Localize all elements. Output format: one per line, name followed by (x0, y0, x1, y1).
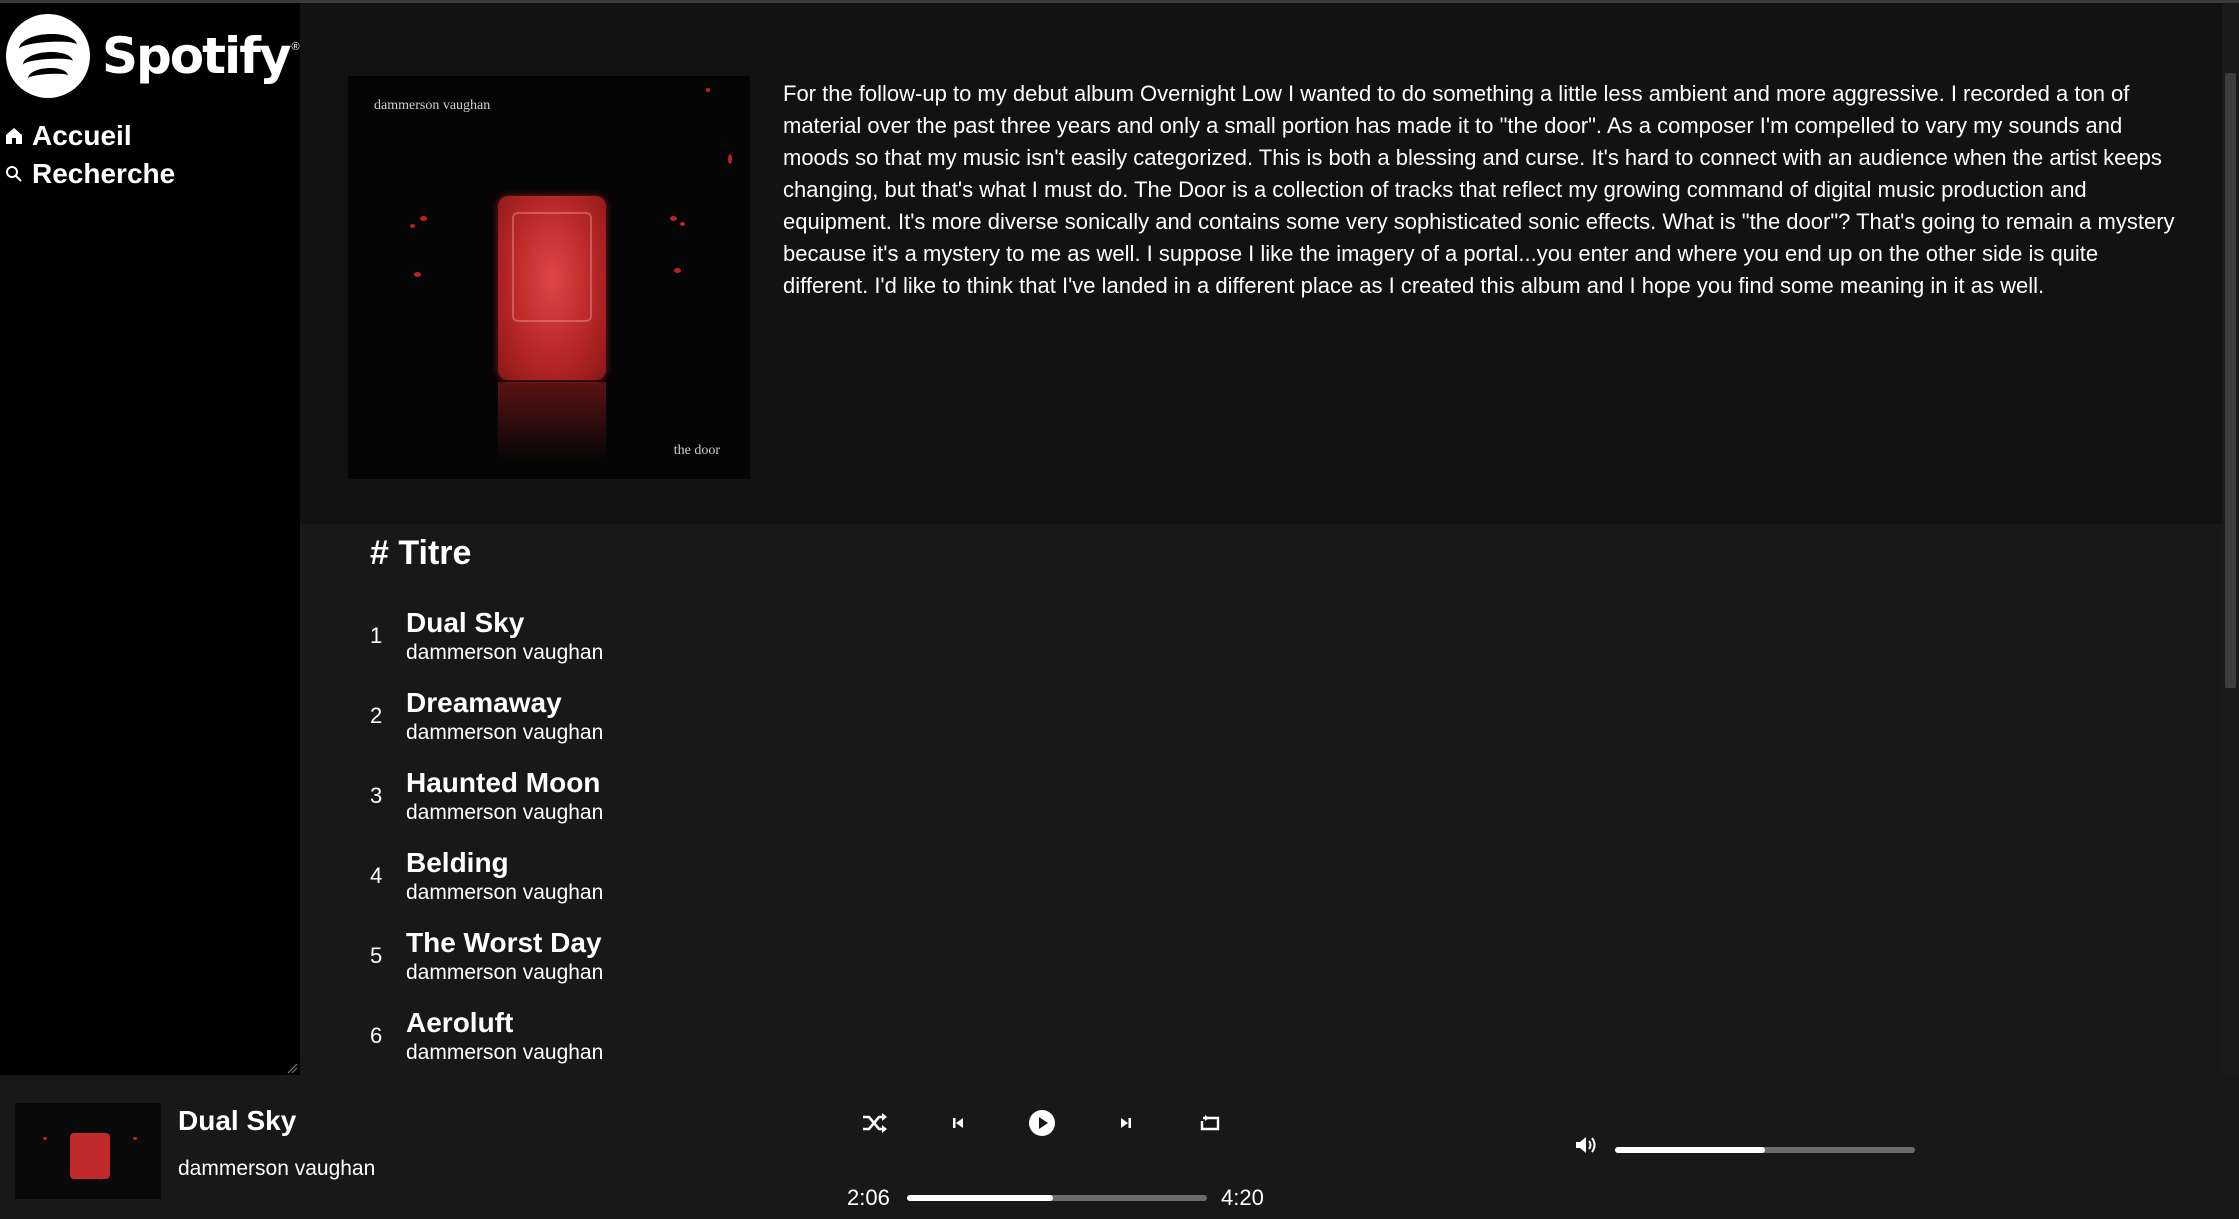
track-title: Dreamaway (406, 687, 562, 718)
track-list: 1 Dual Sky dammerson vaughan 2 Dreamaway d… (370, 596, 603, 1075)
track-row[interactable]: 1 Dual Sky dammerson vaughan (370, 596, 603, 676)
player-bar: Dual Sky dammerson vaughan 2:06 4:20 (0, 1075, 2239, 1219)
volume-icon (1574, 1135, 1598, 1160)
track-title: The Worst Day (406, 927, 602, 958)
album-description: For the follow-up to my debut album Over… (783, 81, 2175, 298)
track-artist: dammerson vaughan (406, 721, 604, 744)
track-row[interactable]: 5 The Worst Day dammerson vaughan (370, 916, 603, 996)
next-button[interactable] (1106, 1105, 1146, 1145)
track-artist: dammerson vaughan (406, 961, 604, 984)
now-playing-cover[interactable] (15, 1103, 161, 1199)
shuffle-icon (862, 1112, 888, 1139)
repeat-button[interactable] (1190, 1105, 1230, 1145)
track-number: 3 (370, 783, 383, 808)
track-title: Dual Sky (406, 607, 525, 638)
resize-grip-icon[interactable] (286, 1061, 298, 1074)
track-row[interactable]: 3 Haunted Moon dammerson vaughan (370, 756, 603, 836)
play-icon (1028, 1109, 1056, 1142)
sidebar-item-label: Accueil (32, 120, 132, 151)
album-cover: dammerson vaughan the door (348, 76, 750, 479)
search-icon (0, 165, 32, 183)
sidebar: Spotify ® Accueil Recherche (0, 3, 300, 1075)
track-list-header: # Titre (370, 534, 472, 572)
next-icon (1119, 1116, 1133, 1135)
cover-title-text: the door (673, 443, 720, 458)
track-artist: dammerson vaughan (406, 801, 604, 824)
now-playing-title[interactable]: Dual Sky (178, 1105, 296, 1137)
repeat-icon (1199, 1114, 1221, 1137)
track-artist: dammerson vaughan (406, 1041, 604, 1064)
sidebar-nav: Accueil Recherche (0, 117, 175, 193)
spotify-logo-icon (6, 14, 90, 98)
sidebar-item-accueil[interactable]: Accueil (0, 117, 175, 155)
track-number: 6 (370, 1023, 383, 1048)
track-title: Belding (406, 847, 509, 878)
sidebar-item-label: Recherche (32, 158, 176, 189)
spotify-logo[interactable]: Spotify ® (6, 13, 300, 99)
elapsed-time: 2:06 (847, 1185, 890, 1210)
play-button[interactable] (1022, 1105, 1062, 1145)
track-artist: dammerson vaughan (406, 641, 604, 664)
track-list-section: # Titre 1 Dual Sky dammerson vaughan 2 Dr… (300, 524, 2222, 1075)
volume-slider-fill (1615, 1147, 1765, 1153)
track-number: 5 (370, 943, 383, 968)
sidebar-item-recherche[interactable]: Recherche (0, 155, 175, 193)
track-number: 4 (370, 863, 383, 888)
now-playing-artist[interactable]: dammerson vaughan (178, 1157, 375, 1181)
track-artist: dammerson vaughan (406, 881, 604, 904)
volume-button[interactable] (1566, 1127, 1606, 1167)
track-number: 2 (370, 703, 383, 728)
volume-slider[interactable] (1615, 1147, 1915, 1153)
track-row[interactable]: 2 Dreamaway dammerson vaughan (370, 676, 603, 756)
total-duration: 4:20 (1221, 1185, 1264, 1210)
home-icon (0, 127, 32, 145)
track-row[interactable]: 4 Belding dammerson vaughan (370, 836, 603, 916)
cover-door-art (498, 196, 606, 380)
track-row[interactable]: 6 Aeroluft dammerson vaughan (370, 996, 603, 1075)
progress-bar-fill (907, 1195, 1053, 1201)
registered-mark: ® (291, 41, 300, 53)
shuffle-button[interactable] (855, 1105, 895, 1145)
scrollbar-thumb[interactable] (2225, 73, 2236, 688)
previous-icon (951, 1116, 965, 1135)
progress-bar[interactable] (907, 1195, 1207, 1201)
track-number: 1 (370, 623, 383, 648)
main-scrollbar[interactable] (2222, 3, 2239, 1075)
main-content: dammerson vaughan the door For the follo… (300, 3, 2239, 1075)
track-title: Aeroluft (406, 1007, 514, 1038)
album-header: dammerson vaughan the door For the follo… (300, 3, 2222, 524)
previous-button[interactable] (938, 1105, 978, 1145)
cover-artist-text: dammerson vaughan (374, 98, 491, 113)
track-title: Haunted Moon (406, 767, 601, 798)
logo-text: Spotify (102, 27, 292, 85)
